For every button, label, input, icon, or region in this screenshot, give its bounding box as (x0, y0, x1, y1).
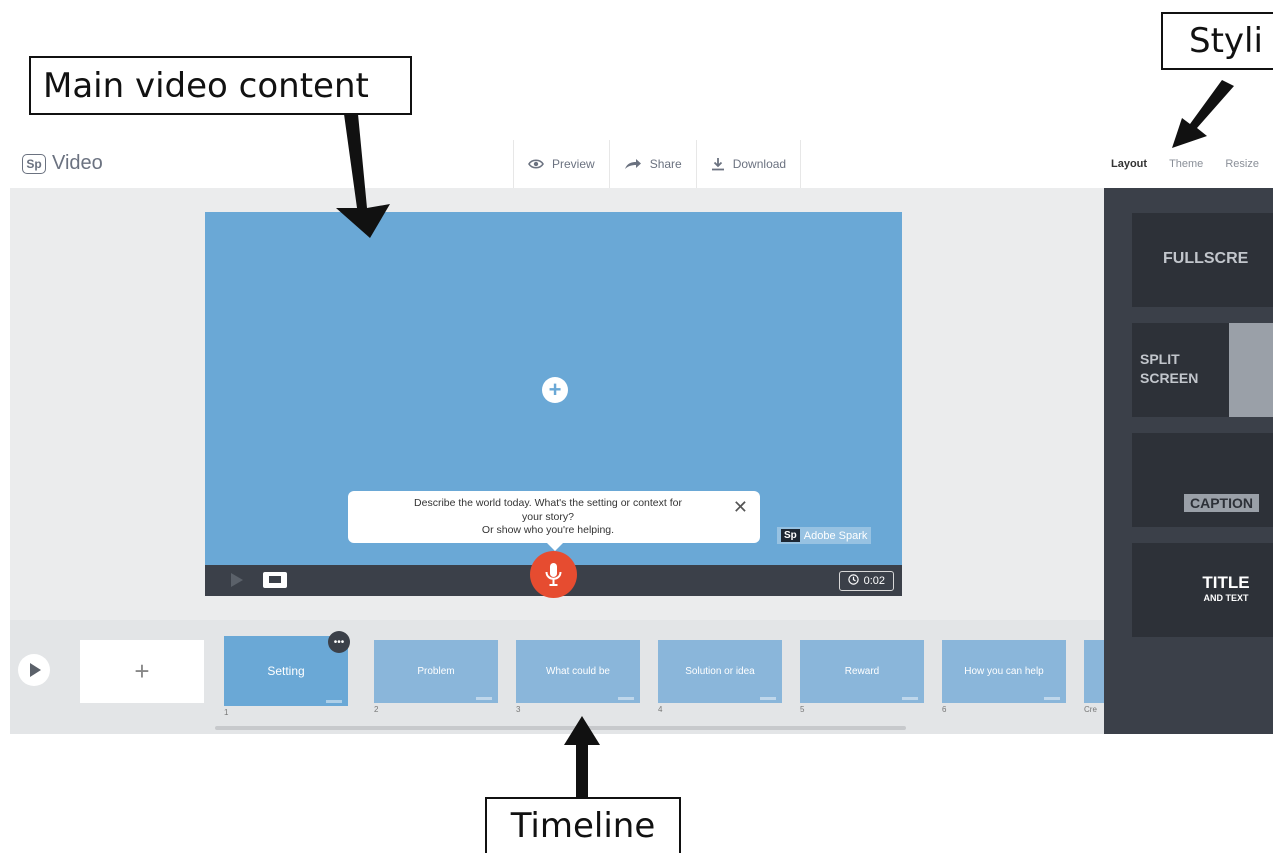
slide-number: 4 (658, 705, 663, 714)
slide-duration-mark (1044, 697, 1060, 700)
voiceover-prompt: Describe the world today. What's the set… (348, 491, 760, 551)
tab-layout[interactable]: Layout (1111, 158, 1147, 170)
arrow-to-theme (1172, 80, 1234, 148)
download-label: Download (732, 157, 787, 171)
layout-title-and-text[interactable]: TITLE AND TEXT (1132, 543, 1273, 637)
timeline-slide-6[interactable]: How you can help (942, 640, 1066, 703)
slide-label: How you can help (964, 666, 1044, 677)
close-icon[interactable]: ✕ (733, 497, 748, 518)
split-image-placeholder (1229, 323, 1273, 417)
slide-label: Setting (267, 664, 305, 678)
prompt-line-3: Or show who you're helping. (481, 524, 615, 537)
timeline-slide-4[interactable]: Solution or idea (658, 640, 782, 703)
slide-label: What could be (546, 666, 610, 677)
callout-main-video-content-text: Main video content (43, 65, 369, 106)
callout-timeline-text: Timeline (510, 806, 656, 846)
spark-logo: Sp (22, 153, 46, 174)
eye-icon (528, 158, 544, 170)
slide-duration-mark (326, 700, 342, 703)
slide-label: Reward (844, 666, 880, 677)
tab-theme[interactable]: Theme (1169, 158, 1203, 170)
timeline-slide-2[interactable]: Problem (374, 640, 498, 703)
prompt-text: Describe the world today. What's the set… (378, 497, 718, 538)
slide-duration-mark (618, 697, 634, 700)
clock-icon (847, 574, 859, 588)
timeline-scrollbar[interactable] (215, 726, 906, 730)
slide-number: 5 (800, 705, 805, 714)
callout-styling-text: Styli (1189, 21, 1263, 61)
microphone-icon (545, 563, 562, 586)
slide-number: 6 (942, 705, 947, 714)
layout-caption-label: CAPTION (1184, 494, 1259, 512)
duration-value: 0:02 (863, 575, 885, 587)
more-options-icon[interactable]: ••• (328, 631, 350, 653)
app-header: Sp Video Preview Share Download Layout T… (10, 140, 1273, 188)
timeline: + Setting ••• 1 Problem 2 What could be … (10, 620, 1104, 734)
player-controls: 0:02 (205, 551, 902, 598)
microphone-button[interactable] (530, 551, 577, 598)
style-tabs: Layout Theme Resize (1111, 140, 1259, 188)
app-brand[interactable]: Sp Video (22, 152, 103, 175)
slide-number: 3 (516, 705, 521, 714)
watermark-text: Adobe Spark (803, 529, 868, 542)
slide-number: 2 (374, 705, 379, 714)
callout-styling: Styli (1161, 12, 1273, 70)
preview-button[interactable]: Preview (513, 140, 609, 188)
layout-fullscreen[interactable]: FULLSCRE (1132, 213, 1273, 307)
timeline-slide-3[interactable]: What could be (516, 640, 640, 703)
callout-main-video-content: Main video content (29, 56, 412, 115)
split-line-2: SCREEN (1140, 369, 1199, 386)
video-stage[interactable]: + Describe the world today. What's the s… (205, 212, 902, 598)
add-slide-button[interactable]: + (80, 640, 204, 703)
layout-panel: FULLSCRE SPLIT SCREEN CAPTION TITLE AND … (1104, 188, 1273, 734)
share-button[interactable]: Share (608, 140, 696, 188)
share-label: Share (649, 157, 682, 171)
play-icon[interactable] (231, 573, 243, 587)
layout-split-screen[interactable]: SPLIT SCREEN (1132, 323, 1273, 417)
slide-duration-mark (760, 697, 776, 700)
timeline-slide-1[interactable]: Setting ••• (224, 631, 350, 706)
slide-duration[interactable]: 0:02 (838, 571, 894, 591)
caption-toggle-icon[interactable] (263, 572, 287, 588)
slide-number: Cre (1084, 705, 1097, 714)
layout-split-label: SPLIT SCREEN (1140, 350, 1198, 388)
prompt-line-1: Describe the world today. What's the set… (414, 497, 682, 509)
title-label: TITLE (1202, 573, 1250, 592)
toolbar: Preview Share Download (513, 140, 802, 188)
share-arrow-icon (624, 158, 642, 170)
add-media-button[interactable]: + (542, 377, 568, 403)
timeline-slide-7[interactable] (1084, 640, 1104, 703)
timeline-slide-5[interactable]: Reward (800, 640, 924, 703)
preview-label: Preview (552, 157, 595, 171)
watermark-logo: Sp (781, 529, 800, 542)
layout-fullscreen-label: FULLSCRE (1163, 250, 1249, 267)
slide-label: Solution or idea (685, 666, 755, 677)
adobe-spark-watermark: Sp Adobe Spark (777, 527, 872, 544)
split-line-1: SPLIT (1140, 351, 1180, 367)
app-name: Video (52, 152, 103, 174)
prompt-pointer (547, 543, 563, 551)
timeline-play-icon[interactable] (18, 654, 50, 686)
slide-duration-mark (902, 697, 918, 700)
title-sub-label: AND TEXT (1203, 592, 1249, 603)
layout-title-label: TITLE AND TEXT (1186, 573, 1266, 603)
tab-resize[interactable]: Resize (1225, 158, 1259, 170)
callout-timeline: Timeline (485, 797, 681, 853)
slide-duration-mark (476, 697, 492, 700)
layout-caption[interactable]: CAPTION (1132, 433, 1273, 527)
prompt-line-2: your story? (522, 510, 574, 523)
slide-label: Problem (417, 666, 455, 677)
download-icon (711, 157, 725, 171)
download-button[interactable]: Download (695, 140, 802, 188)
slide-number: 1 (224, 708, 229, 717)
